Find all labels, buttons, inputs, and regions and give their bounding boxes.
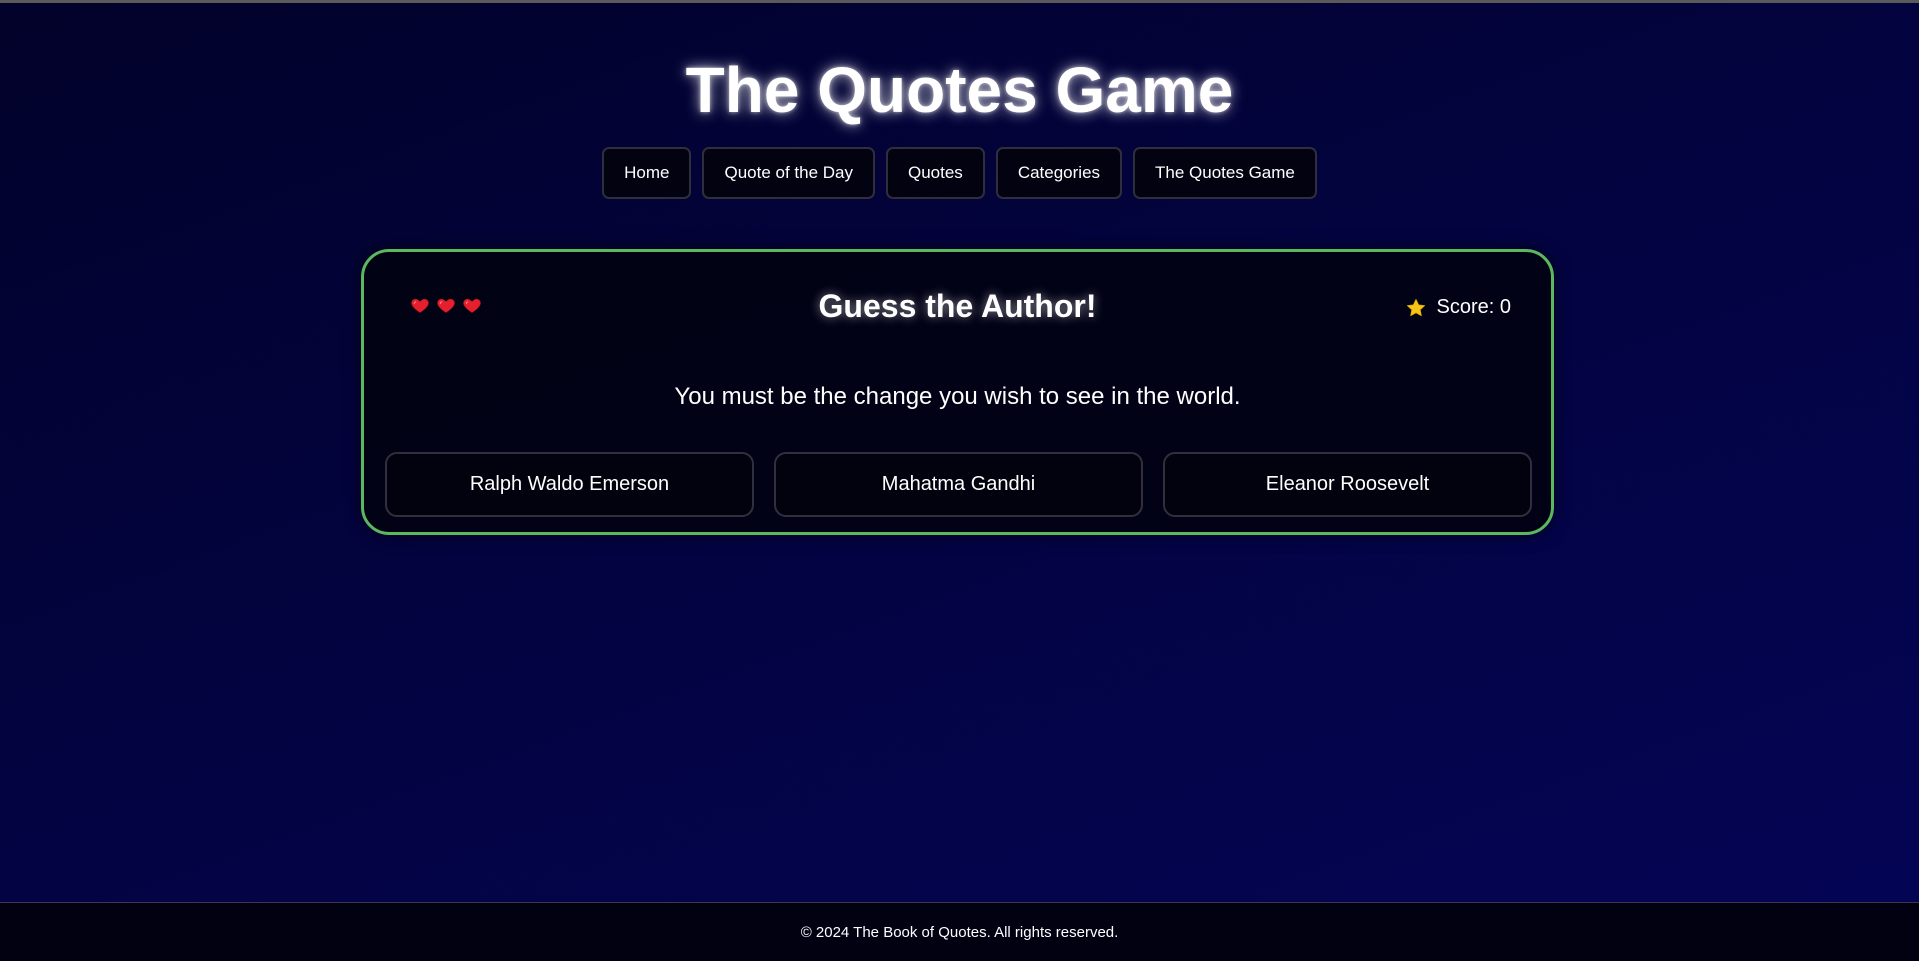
nav-quotes-button[interactable]: Quotes [886, 147, 985, 199]
nav-quote-of-the-day-button[interactable]: Quote of the Day [702, 147, 875, 199]
copyright-text: © 2024 The Book of Quotes. All rights re… [800, 924, 1119, 941]
score-display: Score: 0 [1405, 296, 1511, 319]
answer-option-button[interactable]: Eleanor Roosevelt [1163, 452, 1532, 517]
heart-icon [437, 298, 455, 313]
quote-text: You must be the change you wish to see i… [674, 383, 1241, 410]
site-title: The Quotes Game [685, 54, 1234, 126]
lives-indicator [410, 295, 482, 315]
score-label: Score: 0 [1436, 296, 1511, 318]
footer: © 2024 The Book of Quotes. All rights re… [0, 902, 1919, 961]
nav-categories-button[interactable]: Categories [995, 147, 1123, 199]
answer-options: Ralph Waldo Emerson Mahatma Gandhi Elean… [385, 452, 1532, 517]
star-icon [1406, 298, 1425, 316]
answer-option-button[interactable]: Ralph Waldo Emerson [385, 452, 754, 517]
top-divider [0, 0, 1919, 3]
heart-icon [463, 298, 481, 313]
nav-home-button[interactable]: Home [602, 147, 692, 199]
main-nav: Home Quote of the Day Quotes Categories … [0, 147, 1919, 199]
nav-quotes-game-button[interactable]: The Quotes Game [1133, 147, 1317, 199]
game-title: Guess the Author! [818, 288, 1097, 324]
heart-icon [411, 298, 429, 313]
answer-option-button[interactable]: Mahatma Gandhi [774, 452, 1143, 517]
game-card: Guess the Author! Score: 0 You must be t… [361, 249, 1554, 535]
